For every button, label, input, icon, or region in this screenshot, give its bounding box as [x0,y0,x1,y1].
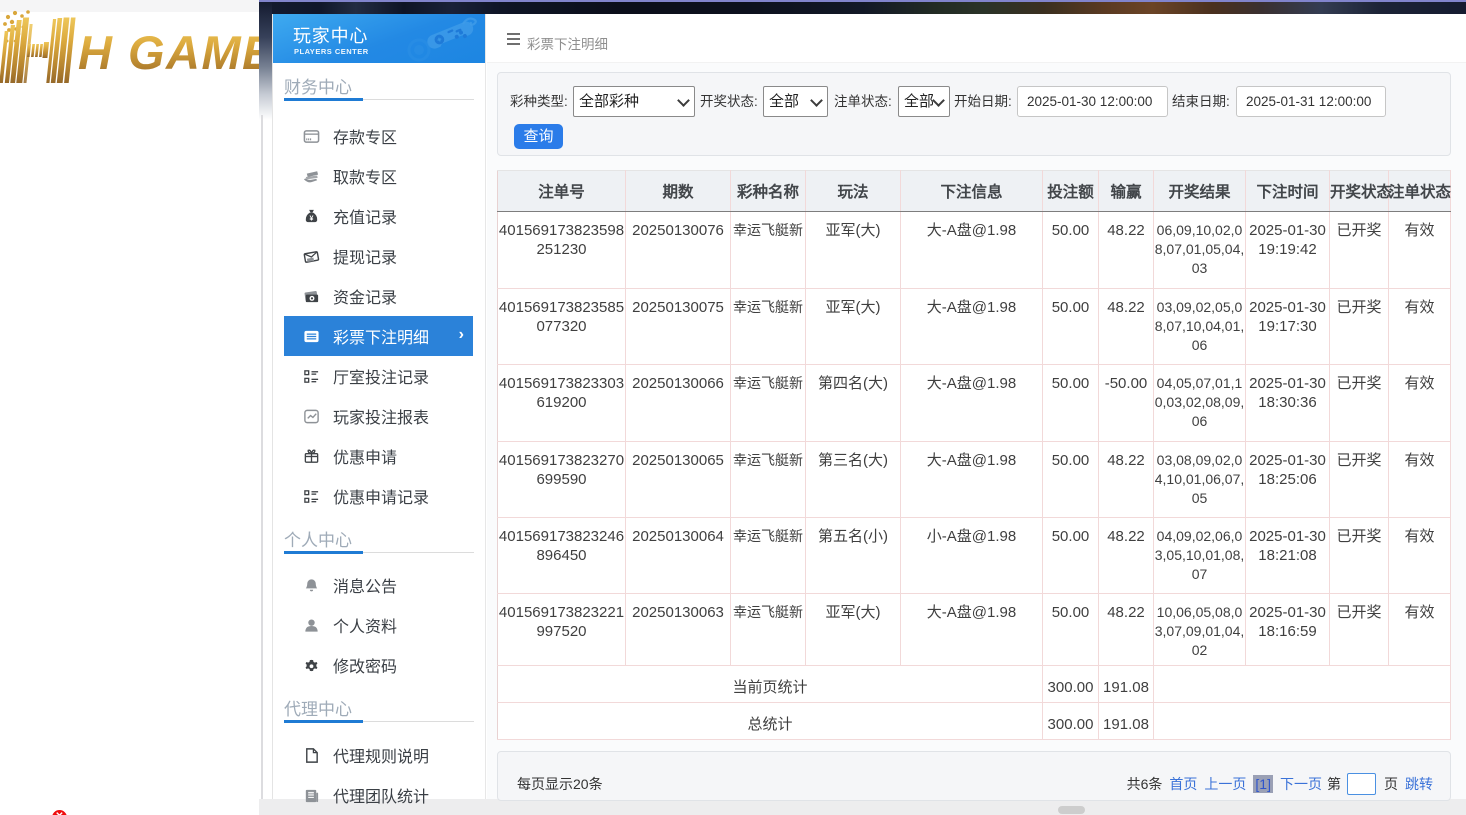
svg-text:¥: ¥ [310,214,314,222]
svg-text:H GAME: H GAME [78,26,262,79]
